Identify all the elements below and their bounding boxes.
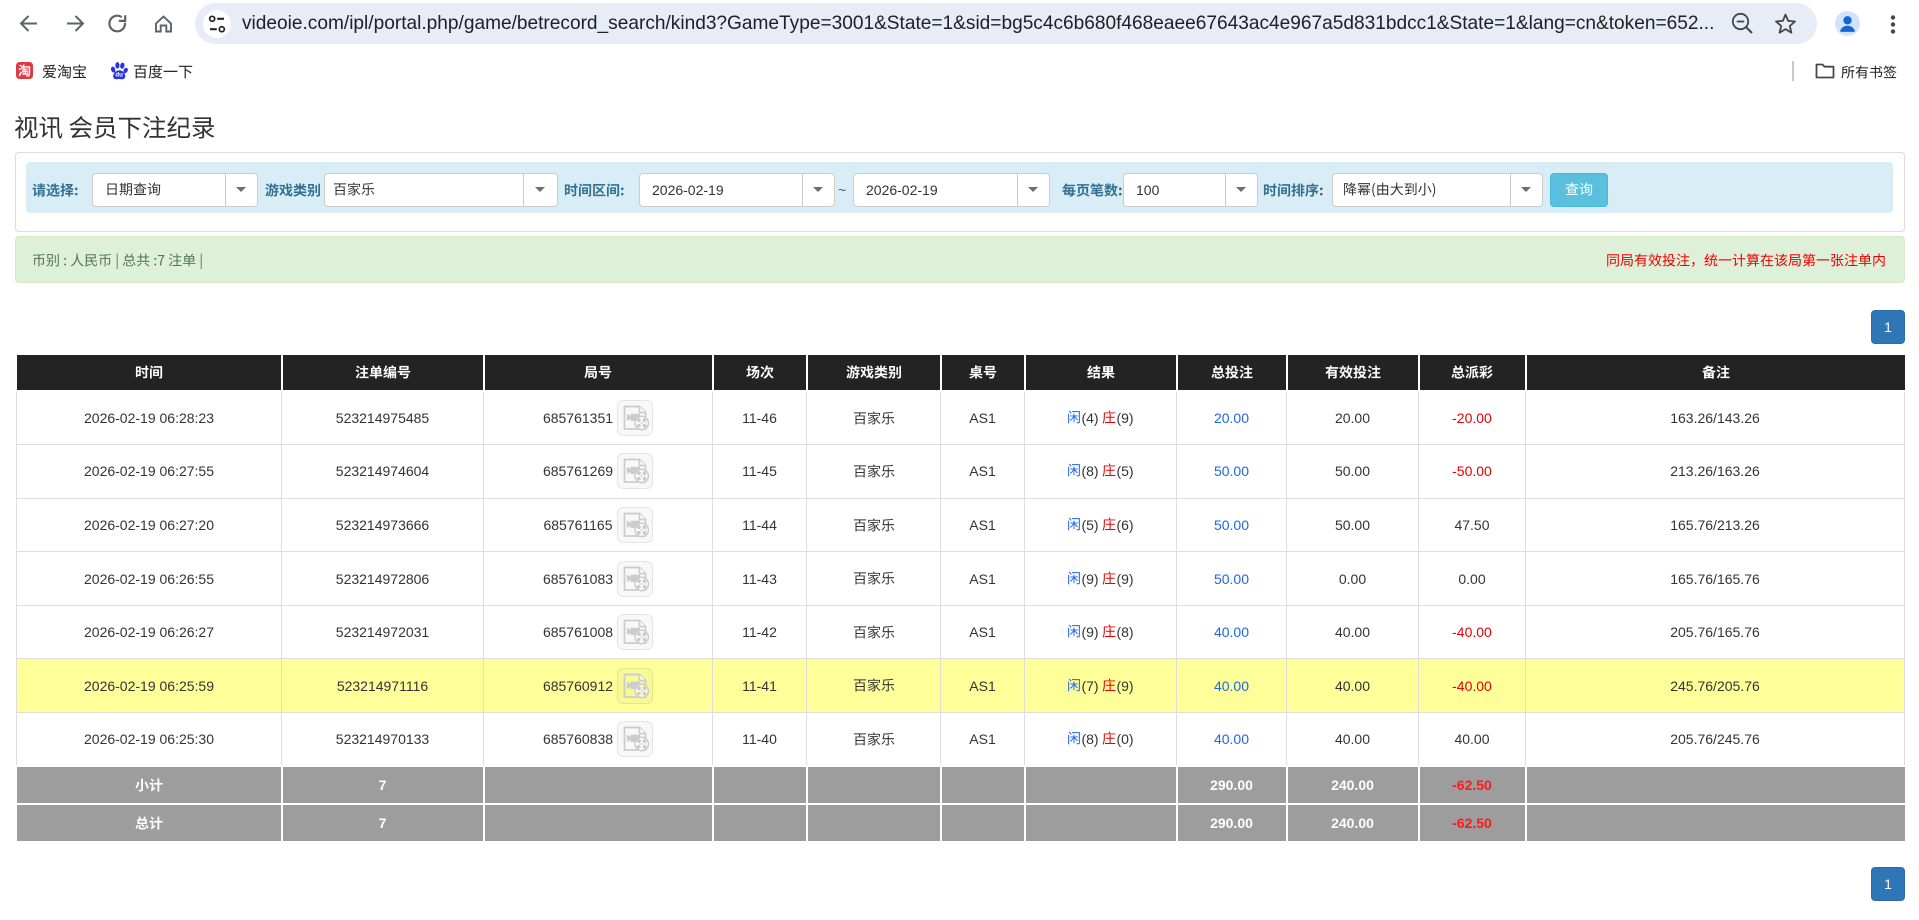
svg-text:du: du	[115, 71, 123, 78]
